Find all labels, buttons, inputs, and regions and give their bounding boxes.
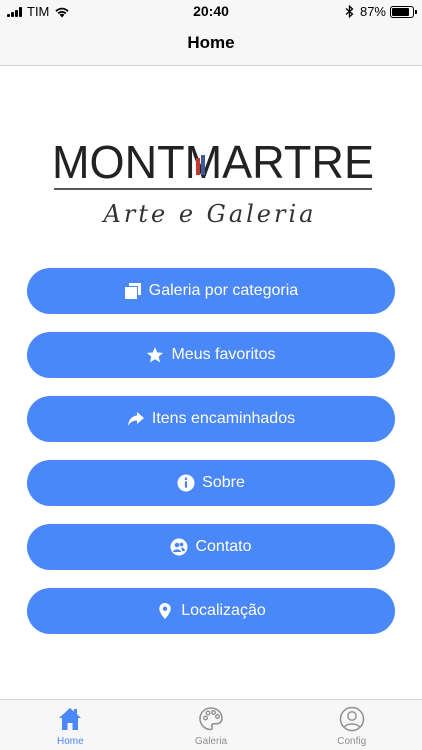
- house-icon: [59, 708, 82, 730]
- montmartre-logo: MONTMARTRE Arte e Galeria: [52, 136, 374, 228]
- main-menu: Galeria por categoria Meus favoritos Ite…: [27, 268, 395, 652]
- battery-fill: [392, 7, 409, 16]
- star-icon: [146, 346, 164, 364]
- tab-label: Config: [337, 736, 367, 747]
- logo-accent-red: [196, 158, 200, 175]
- bluetooth-icon: [345, 5, 354, 18]
- tab-galeria[interactable]: Galeria: [141, 700, 282, 750]
- contacts-icon: [170, 538, 188, 556]
- menu-item-label: Itens encaminhados: [151, 410, 296, 427]
- menu-item-label: Galeria por categoria: [148, 282, 299, 299]
- gallery-icon: [124, 282, 142, 300]
- user-icon: [339, 706, 364, 732]
- gallery-by-category-button[interactable]: Galeria por categoria: [27, 268, 395, 314]
- tab-bar: Home Galeria Config: [0, 699, 422, 750]
- info-icon: [177, 474, 195, 492]
- location-pin-icon: [156, 602, 174, 620]
- logo-tagline: Arte e Galeria: [102, 200, 317, 228]
- logo-wordmark: MONTMARTRE: [52, 136, 374, 188]
- logo-accent-blue: [201, 155, 205, 175]
- tab-home[interactable]: Home: [0, 700, 141, 750]
- forwarded-items-button[interactable]: Itens encaminhados: [27, 396, 395, 442]
- battery-percent: 87%: [359, 4, 386, 19]
- menu-item-label: Localização: [181, 602, 266, 619]
- share-arrow-icon: [127, 410, 145, 428]
- tab-label: Home: [56, 736, 84, 747]
- menu-item-label: Contato: [195, 538, 252, 555]
- battery-icon: [390, 5, 417, 18]
- status-bar: TIM 20:40 87%: [0, 0, 422, 22]
- favorites-button[interactable]: Meus favoritos: [27, 332, 395, 378]
- menu-item-label: Meus favoritos: [171, 346, 276, 363]
- location-button[interactable]: Localização: [27, 588, 395, 634]
- about-button[interactable]: Sobre: [27, 460, 395, 506]
- contact-button[interactable]: Contato: [27, 524, 395, 570]
- palette-icon: [199, 707, 223, 731]
- tab-config[interactable]: Config: [281, 700, 422, 750]
- tab-label: Galeria: [194, 736, 228, 747]
- menu-item-label: Sobre: [202, 474, 245, 491]
- status-right: 87%: [345, 4, 417, 19]
- navigation-bar: Home: [0, 22, 422, 66]
- page-title: Home: [187, 33, 235, 52]
